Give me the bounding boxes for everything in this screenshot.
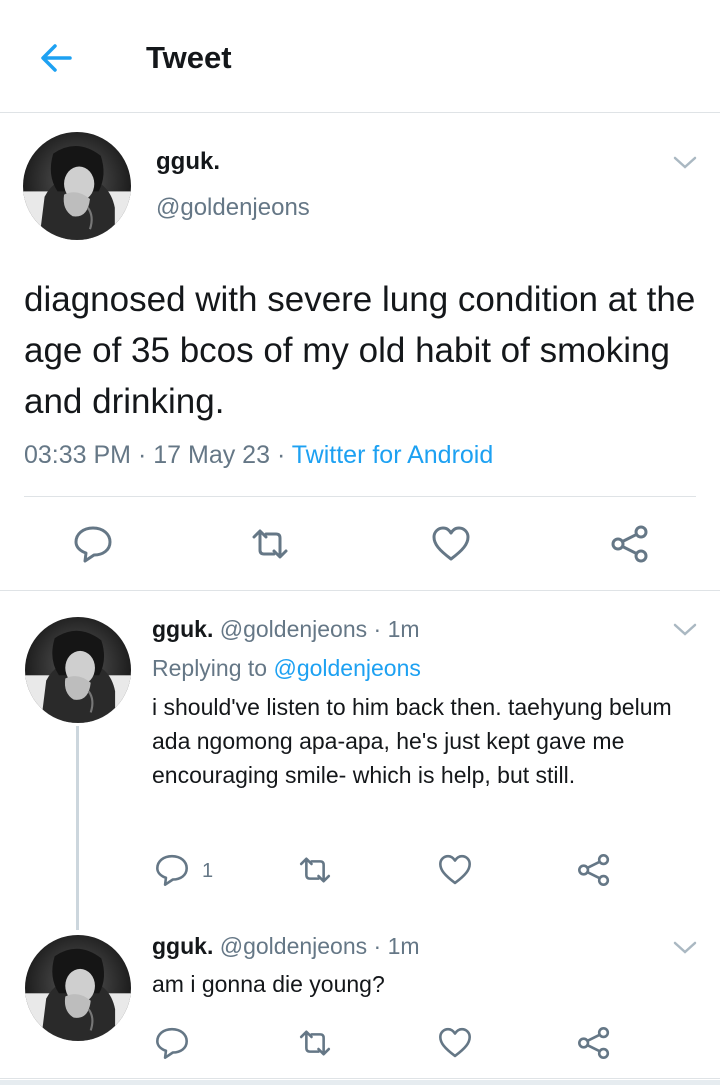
reply-header: gguk. @goldenjeons · 1m [152,931,420,961]
reply-author-name[interactable]: gguk. [152,616,213,642]
reply-time: · 1m [373,616,420,642]
avatar[interactable] [25,617,131,723]
arrow-left-icon[interactable] [36,38,76,78]
divider [24,496,696,497]
retweet-icon[interactable] [296,1024,334,1062]
tweet-text: diagnosed with severe lung condition at … [24,280,696,421]
reply-count: 1 [202,860,214,882]
reply-author-handle[interactable]: @goldenjeons [220,616,367,642]
replying-to: Replying to @goldenjeons [152,653,421,683]
author-name[interactable]: gguk. [156,146,220,178]
tweet-date: 17 May 23 [153,441,270,469]
top-app-bar: Tweet [0,0,720,113]
mention-link[interactable]: @goldenjeons [273,655,420,681]
retweet-icon[interactable] [296,851,334,889]
heart-icon[interactable] [429,522,473,566]
avatar[interactable] [25,935,131,1041]
retweet-icon[interactable] [248,522,292,566]
author-handle[interactable]: @goldenjeons [156,192,310,224]
share-icon[interactable] [575,851,613,889]
share-icon[interactable] [608,522,652,566]
avatar[interactable] [23,132,131,240]
chevron-down-icon[interactable] [672,154,698,172]
chevron-down-icon[interactable] [672,621,698,639]
meta-separator: · [137,441,147,469]
divider [0,1078,720,1079]
page-title: Tweet [146,40,232,75]
tweet-meta: 03:33 PM · 17 May 23 · Twitter for Andro… [24,437,493,473]
reply-author-handle[interactable]: @goldenjeons [220,933,367,959]
reply-header: gguk. @goldenjeons · 1m [152,614,420,644]
reply-text: i should've listen to him back then. tae… [152,694,672,788]
replying-label: Replying to [152,655,268,681]
reply-time: · 1m [373,933,420,959]
share-icon[interactable] [575,1024,613,1062]
tweet-time: 03:33 PM [24,441,132,469]
list-bottom [0,1080,720,1085]
tweet-source-link[interactable]: Twitter for Android [292,441,493,469]
meta-separator: · [276,441,286,469]
reply-icon[interactable] [153,1024,191,1062]
heart-icon[interactable] [436,1024,474,1062]
reply-text: am i gonna die young? [152,971,385,997]
chevron-down-icon[interactable] [672,939,698,957]
heart-icon[interactable] [436,851,474,889]
reply-icon[interactable] [71,522,115,566]
reply-icon[interactable] [153,851,191,889]
reply-author-name[interactable]: gguk. [152,933,213,959]
thread-connector [76,726,79,930]
divider [0,590,720,591]
